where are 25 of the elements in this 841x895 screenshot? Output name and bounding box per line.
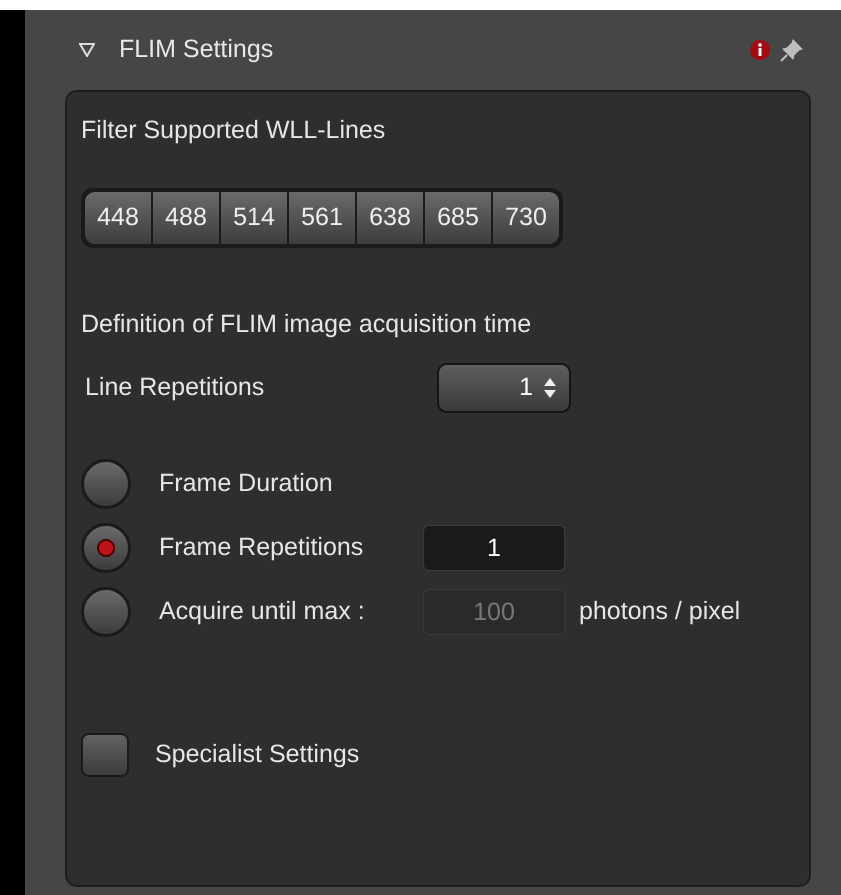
radio-button[interactable] (81, 523, 131, 573)
triangle-icon (79, 43, 95, 57)
unit-label: photons / pixel (579, 596, 740, 628)
specialist-checkbox[interactable] (81, 733, 129, 777)
mode-value-field[interactable]: 1 (423, 525, 565, 571)
info-icon[interactable] (749, 39, 771, 61)
wavelength-button[interactable]: 488 (153, 192, 219, 244)
radio-label: Frame Duration (159, 468, 334, 500)
wavelength-button[interactable]: 730 (493, 192, 559, 244)
wavelength-button[interactable]: 561 (289, 192, 355, 244)
wavelength-button[interactable]: 448 (85, 192, 151, 244)
wavelength-button[interactable]: 514 (221, 192, 287, 244)
line-repetitions-label: Line Repetitions (85, 372, 266, 404)
pin-icon[interactable] (779, 37, 805, 63)
line-repetitions-spinbox[interactable]: 1 (437, 363, 571, 413)
wavelength-button[interactable]: 685 (425, 192, 491, 244)
filter-label: Filter Supported WLL-Lines (81, 115, 386, 146)
checkbox-label: Specialist Settings (155, 739, 360, 770)
acquisition-heading: Definition of FLIM image acquisition time (81, 308, 532, 340)
spinner-arrows-icon (543, 377, 557, 399)
radio-button[interactable] (81, 459, 131, 509)
wavelength-button[interactable]: 638 (357, 192, 423, 244)
collapse-toggle[interactable]: FLIM Settings (79, 31, 274, 69)
radio-label: Acquire until max : (159, 596, 366, 628)
radio-label: Frame Repetitions (159, 532, 364, 564)
